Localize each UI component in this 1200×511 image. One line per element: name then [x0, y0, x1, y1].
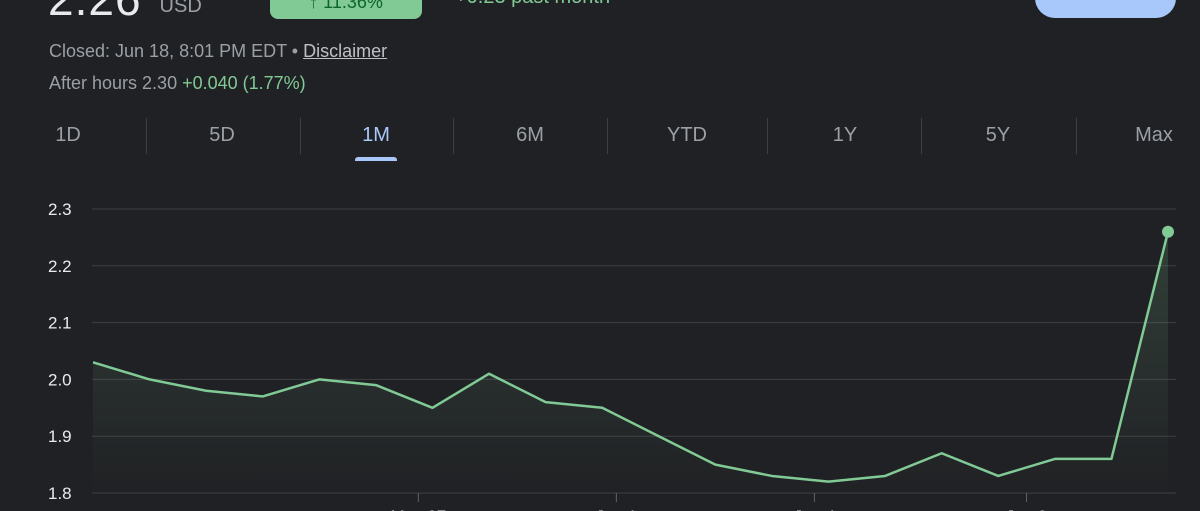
y-tick-label: 2.2 [48, 257, 72, 276]
tab-max[interactable]: Max [1120, 118, 1188, 158]
price-point [599, 405, 605, 411]
last-price-point [1162, 225, 1174, 238]
price-point [429, 405, 435, 411]
current-price: 2.26 [48, 0, 142, 22]
tab-5y[interactable]: 5Y [968, 118, 1028, 158]
price-point [882, 473, 888, 479]
follow-button[interactable] [1035, 0, 1176, 18]
x-tick-label: Jun 1 [596, 507, 638, 511]
price-point [486, 371, 492, 377]
price-point [939, 450, 945, 456]
price-point [203, 388, 209, 394]
tab-separator [607, 118, 608, 154]
price-point [316, 376, 322, 382]
price-point [769, 473, 775, 479]
tab-1m[interactable]: 1M [346, 118, 406, 161]
price-change-badge: ↑ 11.36% [270, 0, 422, 19]
tab-separator [921, 118, 922, 154]
y-tick-label: 2.1 [48, 314, 72, 333]
tab-ytd[interactable]: YTD [652, 118, 722, 158]
tab-1d[interactable]: 1D [38, 118, 98, 158]
price-point [656, 433, 662, 439]
tab-5d[interactable]: 5D [192, 118, 252, 158]
after-hours-change: +0.040 (1.77%) [182, 73, 306, 93]
price-point [826, 479, 832, 485]
closed-time: Closed: Jun 18, 8:01 PM EDT [49, 41, 287, 61]
price-change-period: +0.23 past month [455, 0, 610, 9]
price-row: 2.26 USD [48, 0, 202, 22]
tab-separator [453, 118, 454, 154]
tab-separator [146, 118, 147, 154]
y-tick-label: 2.0 [48, 370, 72, 389]
active-tab-indicator [355, 157, 397, 161]
price-point [1108, 456, 1114, 462]
price-chart-svg: 2.3 2.2 2.1 2.0 1.9 1.8 May 27 Jun 1 Jun 4 Jun 9… [48, 200, 1176, 511]
x-tick-label: Jun 9 [1006, 507, 1048, 511]
price-point [147, 376, 153, 382]
tab-6m[interactable]: 6M [500, 118, 560, 158]
disclaimer-link[interactable]: Disclaimer [303, 41, 387, 61]
after-hours-line: After hours 2.30 +0.040 (1.77%) [49, 73, 306, 94]
price-area-fill [93, 231, 1168, 493]
price-point [1052, 456, 1058, 462]
price-point [373, 382, 379, 388]
price-point [260, 393, 266, 399]
tab-separator [767, 118, 768, 154]
price-point [995, 473, 1001, 479]
after-hours-price: After hours 2.30 [49, 73, 178, 93]
price-chart[interactable]: 2.3 2.2 2.1 2.0 1.9 1.8 May 27 Jun 1 Jun 4 Jun 9… [0, 180, 1200, 511]
tab-1y[interactable]: 1Y [815, 118, 875, 158]
separator-dot: • [286, 41, 304, 61]
market-status-line: Closed: Jun 18, 8:01 PM EDT • Disclaimer [49, 41, 387, 62]
price-point [90, 359, 96, 365]
tab-separator [1076, 118, 1077, 154]
tab-separator [300, 118, 301, 154]
price-currency: USD [159, 0, 202, 17]
time-range-tabs: 1D 5D 1M 6M YTD 1Y 5Y Max [0, 118, 1200, 161]
x-tick-label: Jun 4 [794, 507, 836, 511]
price-point [543, 399, 549, 405]
price-point [712, 462, 718, 468]
y-tick-label: 1.9 [48, 427, 72, 446]
x-tick-label: May 27 [390, 507, 446, 511]
y-tick-label: 2.3 [48, 200, 72, 219]
y-tick-label: 1.8 [48, 484, 72, 503]
